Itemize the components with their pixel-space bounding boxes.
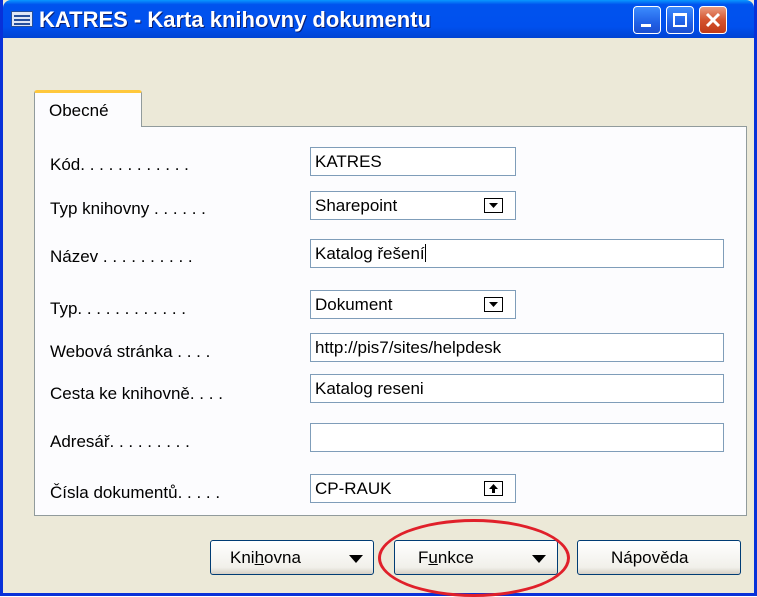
web-page-field[interactable]: http://pis7/sites/helpdesk (310, 333, 724, 362)
chevron-down-icon (489, 203, 498, 208)
maximize-icon (673, 13, 687, 27)
arrow-up-icon (489, 484, 498, 493)
directory-field[interactable] (310, 423, 724, 452)
help-button[interactable]: Nápověda (577, 540, 741, 575)
tab-obecne-label: Obecné (49, 101, 109, 120)
type-label: Typ. . . . . . . . . . . . (50, 299, 187, 318)
library-type-value: Sharepoint (315, 196, 398, 215)
code-value: KATRES (315, 152, 382, 171)
name-label: Název . . . . . . . . . . (50, 247, 193, 266)
library-path-label: Cesta ke knihovně. . . . (50, 384, 223, 403)
library-path-value: Katalog reseni (315, 379, 424, 398)
text-cursor (424, 244, 426, 262)
library-menu-label: Knihovna (230, 548, 301, 567)
web-page-label: Webová stránka . . . . (50, 342, 211, 361)
minimize-icon (641, 24, 651, 27)
name-field[interactable]: Katalog řešení (310, 239, 724, 268)
library-type-field[interactable]: Sharepoint (310, 191, 516, 220)
document-numbers-field[interactable]: CP-RAUK (310, 474, 516, 503)
library-type-dropdown-button[interactable] (484, 198, 503, 213)
dropdown-arrow-icon (349, 555, 363, 563)
close-button[interactable] (699, 6, 727, 34)
directory-label: Adresář. . . . . . . . . (50, 432, 190, 451)
tab-obecne[interactable]: Obecné (34, 90, 142, 127)
maximize-button[interactable] (666, 6, 694, 34)
help-button-label: Nápověda (611, 548, 689, 567)
dropdown-arrow-icon (532, 555, 546, 563)
library-path-field[interactable]: Katalog reseni (310, 374, 724, 403)
library-menu-button[interactable]: Knihovna (210, 540, 374, 575)
close-icon (705, 12, 721, 28)
functions-menu-label: Funkce (418, 548, 474, 567)
minimize-button[interactable] (633, 6, 661, 34)
document-numbers-lookup-button[interactable] (484, 481, 503, 496)
document-numbers-label: Čísla dokumentů. . . . . (50, 483, 221, 502)
document-numbers-value: CP-RAUK (315, 479, 392, 498)
title-bar[interactable]: KATRES - Karta knihovny dokumentu (3, 0, 754, 38)
type-value: Dokument (315, 295, 393, 314)
library-type-label: Typ knihovny . . . . . . (50, 199, 206, 218)
chevron-down-icon (489, 302, 498, 307)
code-field[interactable]: KATRES (310, 147, 516, 176)
general-tab-panel (34, 126, 747, 516)
type-field[interactable]: Dokument (310, 290, 516, 319)
web-page-value: http://pis7/sites/helpdesk (315, 338, 502, 357)
functions-menu-button[interactable]: Funkce (394, 540, 558, 575)
name-value: Katalog řešení (315, 244, 425, 263)
type-dropdown-button[interactable] (484, 297, 503, 312)
code-label: Kód. . . . . . . . . . . . (50, 155, 189, 174)
window-title: KATRES - Karta knihovny dokumentu (39, 7, 431, 32)
table-icon (11, 11, 33, 27)
